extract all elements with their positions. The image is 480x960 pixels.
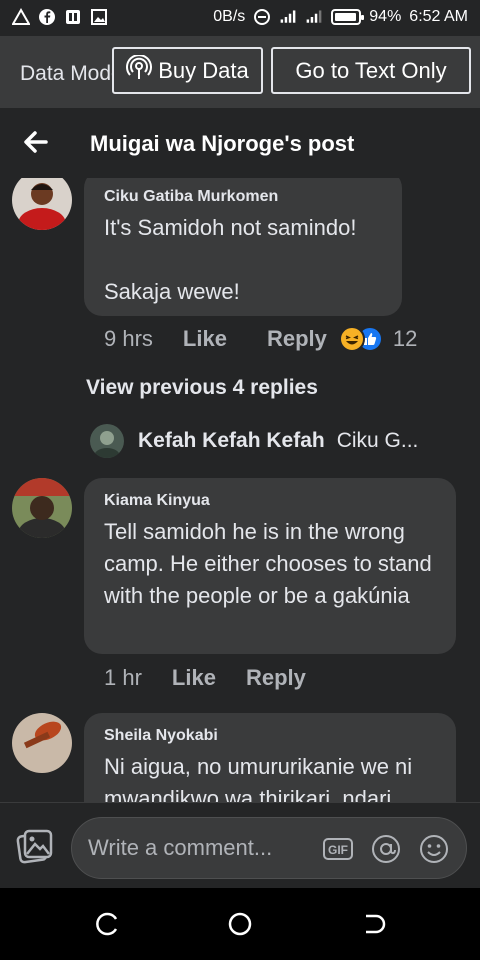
facebook-icon [38,8,56,26]
status-icons-left [12,8,108,26]
emoji-icon[interactable] [418,833,450,865]
comment-composer: GIF [0,802,480,888]
comment-box[interactable]: GIF [71,817,467,879]
like-button[interactable]: Like [172,665,216,691]
view-previous-replies-link[interactable]: View previous 4 replies [86,376,318,400]
image-icon [90,8,108,26]
avatar[interactable] [90,424,124,458]
comment-author[interactable]: Sheila Nyokabi [104,727,436,745]
reply-snippet: Ciku G... [336,429,419,452]
comment-time: 1 hr [104,665,142,690]
status-bar: 0B/s 94% 6:52 AM [0,0,480,36]
back-icon[interactable] [360,910,388,938]
data-mode-label: Data Mode [20,62,112,85]
pdf-icon [64,8,82,26]
data-speed: 0B/s [213,8,246,25]
avatar[interactable] [12,713,72,773]
avatar[interactable] [12,478,72,538]
battery-icon [331,9,365,25]
svg-text:GIF: GIF [328,843,348,857]
status-icons-right: 0B/s 94% 6:52 AM [213,8,468,26]
system-nav-bar [0,888,480,960]
mention-icon[interactable] [370,833,402,865]
comment-time: 9 hrs [104,326,153,351]
text-only-label: Go to Text Only [295,57,447,83]
clock: 6:52 AM [409,8,468,25]
reply-author[interactable]: Kefah Kefah Kefah [138,429,325,453]
comments-list[interactable]: Ciku Gatiba Murkomen It's Samidoh not sa… [0,178,480,802]
reaction-count: 12 [392,326,418,351]
signal-icon-1 [279,8,297,26]
comment-author[interactable]: Ciku Gatiba Murkomen [104,188,382,206]
broadcast-icon [126,53,153,87]
comment-bubble[interactable]: Ciku Gatiba Murkomen It's Samidoh not sa… [84,178,402,316]
comment-author[interactable]: Kiama Kinyua [104,492,436,510]
data-mode-bar: Data Mode Buy Data Go to Text Only [0,36,480,108]
page-title: Muigai wa Njoroge's post [90,131,355,156]
comment-meta: 9 hrs Like Reply 12 [104,326,417,352]
reply-preview[interactable]: Kefah Kefah Kefah Ciku G... [90,424,418,458]
back-arrow-icon[interactable] [22,128,50,156]
comment-text: It's Samidoh not samindo! Sakaja wewe! [104,215,357,304]
gif-icon[interactable]: GIF [322,833,354,865]
signal-icon-2 [305,8,323,26]
battery-percent: 94% [369,8,402,25]
post-header: Muigai wa Njoroge's post [0,108,480,178]
reply-button[interactable]: Reply [267,326,327,352]
reaction-summary[interactable]: 12 [338,326,418,352]
comment-text: Ni aigua, no umururikanie we ni mwandikw… [104,754,419,802]
battery-level [335,13,356,21]
comment-input[interactable] [88,818,308,878]
buy-data-button[interactable]: Buy Data [112,47,263,94]
haha-reaction-icon [338,326,365,352]
buy-data-label: Buy Data [158,57,249,83]
data-saver-icon [253,8,271,26]
photo-icon[interactable] [16,827,54,865]
recent-apps-icon[interactable] [94,910,122,938]
comment-bubble[interactable]: Sheila Nyokabi Ni aigua, no umururikanie… [84,713,456,802]
reply-button[interactable]: Reply [246,665,306,691]
comment-meta: 1 hr Like Reply [104,665,306,691]
comment-text: Tell samidoh he is in the wrong camp. He… [104,519,438,608]
avatar[interactable] [12,178,72,230]
comment-bubble[interactable]: Kiama Kinyua Tell samidoh he is in the w… [84,478,456,654]
home-icon[interactable] [226,910,254,938]
warning-triangle-icon [12,8,30,26]
text-only-button[interactable]: Go to Text Only [271,47,471,94]
like-button[interactable]: Like [183,326,227,352]
